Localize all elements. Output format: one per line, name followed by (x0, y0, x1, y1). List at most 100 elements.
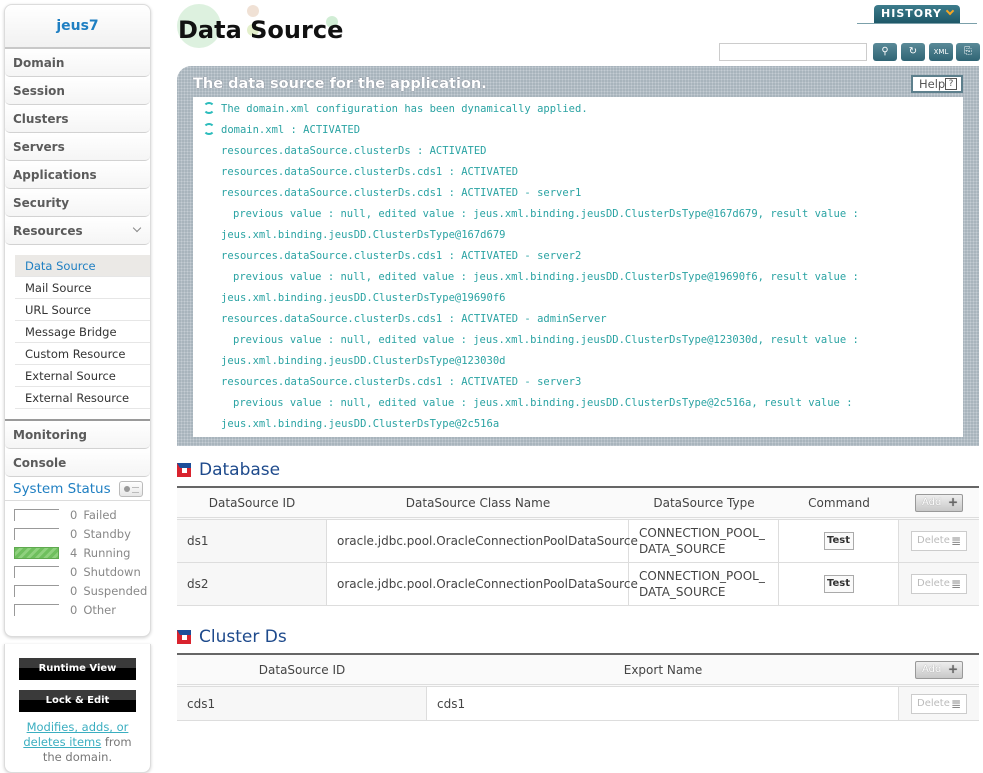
log-text: domain.xml : ACTIVATED (221, 124, 361, 136)
cell-class: oracle.jdbc.pool.OracleConnectionPoolDat… (327, 520, 638, 562)
submenu-item-external-resource[interactable]: External Resource (15, 387, 150, 409)
log-text: The domain.xml configuration has been dy… (221, 103, 588, 115)
xml-export-button[interactable]: XML (929, 43, 953, 61)
log-text: jeus.xml.binding.jeusDD.ClusterDsType@2c… (221, 418, 500, 430)
sidebar-item-label: Session (13, 83, 65, 98)
cell-delete: Delete (899, 687, 979, 720)
submenu-item-custom-resource[interactable]: Custom Resource (15, 343, 150, 365)
runtime-view-button[interactable]: Runtime View (19, 658, 136, 680)
status-label: Other (83, 602, 116, 617)
cluster-title: Cluster Ds (199, 627, 287, 647)
status-count: 0 (70, 602, 78, 617)
cell-command: Test (779, 520, 899, 562)
log-line: previous value : null, edited value : je… (203, 267, 963, 288)
table-header: DataSource ID Export Name Add (177, 655, 979, 687)
main-content: Data Source HISTORY ⚲ ↻ XML ⎘ The data s… (177, 0, 983, 773)
lock-edit-button[interactable]: Lock & Edit (19, 690, 136, 712)
sidebar-item-clusters[interactable]: Clusters (5, 105, 150, 133)
sidebar: jeus7 Domain Session Clusters Servers Applic… (4, 4, 151, 773)
add-cluster-button[interactable]: Add (915, 660, 963, 679)
status-row-failed: 0 Failed (14, 505, 150, 524)
database-section-title: Database (177, 460, 280, 480)
status-count: 0 (70, 583, 78, 598)
status-row-running: 4 Running (14, 543, 150, 562)
search-button[interactable]: ⚲ (873, 43, 897, 61)
sidebar-item-security[interactable]: Security (5, 189, 150, 217)
search-icon: ⚲ (881, 46, 889, 57)
table-row: cds1 cds1 Delete (177, 687, 979, 721)
column-header: DataSource ID (208, 495, 296, 510)
section-icon (177, 630, 191, 644)
help-button[interactable]: Help? (911, 75, 963, 93)
page-title: Data Source (178, 16, 344, 44)
sidebar-item-label: Clusters (13, 111, 69, 126)
log-text: resources.dataSource.clusterDs.cds1 : AC… (221, 376, 582, 388)
submenu-item-url-source[interactable]: URL Source (15, 299, 150, 321)
log-area: The domain.xml configuration has been dy… (193, 97, 963, 437)
system-status-title: System Status (13, 480, 111, 497)
database-table: DataSource ID DataSource Class Name Data… (177, 486, 979, 606)
sync-icon (203, 123, 215, 135)
delete-button[interactable]: Delete (911, 574, 967, 594)
status-label: Standby (83, 526, 131, 541)
submenu-item-mail-source[interactable]: Mail Source (15, 277, 150, 299)
log-text: previous value : null, edited value : je… (233, 397, 853, 409)
history-button[interactable]: HISTORY (874, 5, 960, 23)
status-bar (14, 603, 59, 616)
log-text: jeus.xml.binding.jeusDD.ClusterDsType@16… (221, 229, 506, 241)
sidebar-item-applications[interactable]: Applications (5, 161, 150, 189)
test-button[interactable]: Test (823, 532, 854, 550)
status-label: Failed (83, 507, 117, 522)
column-header: DataSource ID (258, 662, 346, 677)
submenu-item-data-source[interactable]: Data Source (15, 255, 150, 277)
refresh-button[interactable]: ↻ (901, 43, 925, 61)
cluster-section-title: Cluster Ds (177, 627, 287, 647)
cell-id: ds2 (177, 563, 327, 605)
resource-export-button[interactable]: ⎘ (956, 43, 980, 61)
cell-command: Test (779, 563, 899, 605)
sidebar-item-label: Monitoring (13, 427, 87, 442)
sidebar-item-session[interactable]: Session (5, 77, 150, 105)
cell-id: ds1 (177, 520, 327, 562)
status-row-shutdown: 0 Shutdown (14, 562, 150, 581)
log-line: resources.dataSource.clusterDs : ACTIVAT… (203, 141, 963, 162)
submenu-item-external-source[interactable]: External Source (15, 365, 150, 387)
status-bar (14, 527, 59, 540)
status-count: 0 (70, 564, 78, 579)
log-line: previous value : null, edited value : je… (203, 393, 963, 414)
database-title: Database (199, 460, 281, 480)
info-title: The data source for the application. (193, 76, 487, 92)
chevron-down-icon (132, 223, 142, 233)
log-text: resources.dataSource.clusterDs.cds1 : AC… (221, 187, 582, 199)
domain-name[interactable]: jeus7 (5, 5, 150, 49)
log-text: resources.dataSource.clusterDs.cds1 : AC… (221, 166, 519, 178)
sidebar-item-console[interactable]: Console (5, 449, 150, 477)
log-line: resources.dataSource.clusterDs.cds1 : AC… (203, 162, 963, 183)
sidebar-item-servers[interactable]: Servers (5, 133, 150, 161)
sidebar-item-label: Domain (13, 55, 65, 70)
status-bar (14, 565, 59, 578)
delete-button[interactable]: Delete (911, 531, 967, 551)
sidebar-item-resources[interactable]: Resources (5, 217, 150, 245)
test-button[interactable]: Test (823, 575, 854, 593)
delete-button[interactable]: Delete (911, 693, 967, 714)
cell-export: cds1 (427, 687, 899, 720)
history-label: HISTORY (881, 7, 942, 20)
sidebar-item-label: Security (13, 195, 70, 210)
log-text: jeus.xml.binding.jeusDD.ClusterDsType@12… (221, 355, 506, 367)
add-database-button[interactable]: Add (915, 493, 963, 512)
status-label: Suspended (83, 583, 148, 598)
search-input[interactable] (719, 43, 867, 61)
status-bar (14, 546, 59, 559)
submenu-item-message-bridge[interactable]: Message Bridge (15, 321, 150, 343)
toggle-icon[interactable] (118, 480, 143, 497)
status-row-standby: 0 Standby (14, 524, 150, 543)
cell-type: CONNECTION_POOL_ DATA_SOURCE (629, 520, 779, 562)
sidebar-item-domain[interactable]: Domain (5, 49, 150, 77)
column-header: Command (808, 495, 870, 510)
log-text: previous value : null, edited value : je… (233, 208, 859, 220)
sync-icon (203, 102, 215, 114)
sidebar-item-monitoring[interactable]: Monitoring (5, 421, 150, 449)
sidebar-item-label: Servers (13, 139, 65, 154)
log-text: previous value : null, edited value : je… (233, 271, 859, 283)
